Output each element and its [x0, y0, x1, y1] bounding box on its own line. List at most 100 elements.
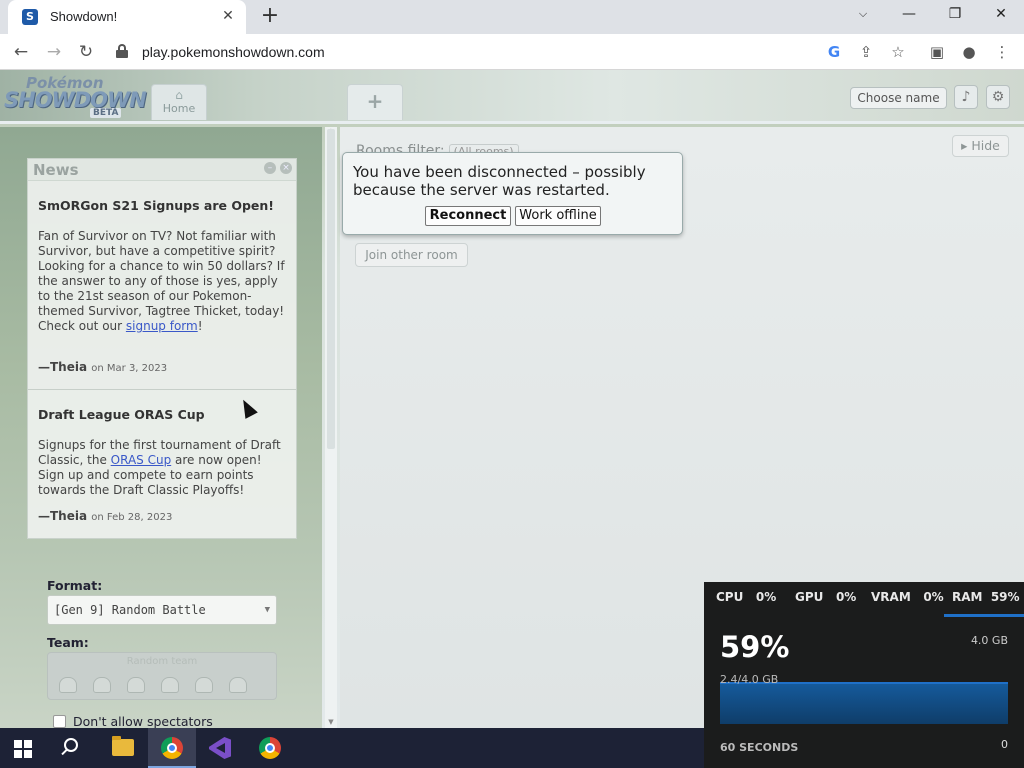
team-label: Team:	[47, 635, 89, 650]
pokeball-icon	[161, 677, 179, 693]
pokeball-icon	[229, 677, 247, 693]
taskbar-chrome-active[interactable]	[148, 728, 196, 768]
browser-tab[interactable]: S Showdown! ✕	[8, 0, 246, 34]
news-body-text: Fan of Survivor on TV? Not familiar with…	[38, 229, 285, 333]
news-header: News – ×	[28, 159, 296, 181]
news-title: News	[33, 161, 79, 179]
ram-stat[interactable]: RAM 59%	[952, 590, 1020, 604]
news-date: on Feb 28, 2023	[91, 512, 173, 523]
hide-label: Hide	[971, 138, 1000, 153]
news-author: —Theia on Mar 3, 2023	[38, 360, 167, 374]
news-item: Draft League ORAS Cup Signups for the fi…	[38, 407, 290, 498]
showdown-header: Pokémon SHOWDOWN BETA ⌂ Home + Choose na…	[0, 70, 1024, 124]
ram-used-label: 2.4/4.0 GB	[720, 673, 779, 686]
spectators-label: Don't allow spectators	[73, 714, 213, 728]
format-label: Format:	[47, 578, 103, 593]
pokeball-icon	[127, 677, 145, 693]
news-body: Fan of Survivor on TV? Not familiar with…	[38, 229, 290, 334]
team-select[interactable]: Random team	[47, 652, 277, 700]
pokeball-icon	[195, 677, 213, 693]
logo-beta-badge: BETA	[90, 108, 122, 118]
scrollbar-thumb[interactable]	[327, 129, 335, 449]
popup-message: You have been disconnected – possibly be…	[353, 163, 646, 199]
reconnect-button[interactable]: Reconnect	[425, 206, 511, 226]
close-icon[interactable]: ×	[280, 162, 292, 174]
search-icon-handle	[61, 748, 68, 756]
windows-taskbar	[0, 728, 704, 768]
news-author: —Theia on Feb 28, 2023	[38, 509, 172, 523]
disconnected-popup: You have been disconnected – possibly be…	[342, 152, 683, 235]
news-panel: News – × SmORGon S21 Signups are Open! F…	[27, 158, 297, 539]
minimize-icon[interactable]: —	[886, 0, 932, 30]
new-room-tab[interactable]: +	[347, 84, 403, 120]
browser-tab-strip: S Showdown! ✕ + ⌵ — ❐ ✕	[0, 0, 1024, 34]
profile-icon[interactable]: ●	[959, 42, 979, 62]
side-panel-icon[interactable]: ▣	[927, 42, 947, 62]
ram-usage-value: 59%	[720, 630, 790, 664]
left-scrollbar[interactable]: ▲ ▼	[325, 127, 337, 728]
oras-cup-link[interactable]: ORAS Cup	[111, 453, 172, 467]
chrome-icon	[161, 737, 183, 759]
caret-right-icon: ▸	[961, 138, 972, 153]
lock-icon[interactable]	[116, 44, 128, 58]
close-window-icon[interactable]: ✕	[978, 0, 1024, 30]
home-icon: ⌂	[175, 88, 183, 102]
news-author-name: —Theia	[38, 509, 88, 523]
forward-arrow-icon[interactable]: →	[42, 40, 66, 64]
minimize-icon[interactable]: –	[264, 162, 276, 174]
gpu-stat[interactable]: GPU 0%	[795, 590, 856, 604]
format-value: [Gen 9] Random Battle	[54, 603, 206, 617]
graph-zero-label: 0	[1001, 738, 1008, 751]
choose-name-button[interactable]: Choose name	[850, 87, 947, 109]
file-explorer-icon[interactable]	[112, 736, 134, 756]
vram-stat[interactable]: VRAM 0%	[871, 590, 944, 604]
news-body-text-end: !	[197, 319, 203, 333]
work-offline-button[interactable]: Work offline	[515, 206, 601, 226]
star-icon[interactable]: ☆	[888, 42, 908, 62]
gear-icon[interactable]: ⚙	[986, 85, 1010, 109]
cpu-stat[interactable]: CPU 0%	[716, 590, 776, 604]
tab-home-label: Home	[162, 102, 196, 115]
tab-title: Showdown!	[50, 9, 118, 24]
kebab-menu-icon[interactable]: ⋮	[992, 42, 1012, 62]
spectators-checkbox-row[interactable]: Don't allow spectators	[53, 714, 213, 728]
google-icon[interactable]: G	[824, 42, 844, 62]
ram-selected-indicator	[944, 614, 1024, 617]
close-icon[interactable]: ✕	[218, 6, 238, 26]
join-other-room-button[interactable]: Join other room	[355, 243, 468, 267]
perf-stats-row: CPU 0% GPU 0% VRAM 0% RAM 59%	[704, 590, 1024, 610]
news-headline: SmORGon S21 Signups are Open!	[38, 198, 274, 213]
news-body: Signups for the first tournament of Draf…	[38, 438, 290, 498]
pokeball-icon	[93, 677, 111, 693]
spectators-checkbox[interactable]	[53, 715, 66, 728]
ram-max-label: 4.0 GB	[970, 634, 1008, 647]
chevron-down-icon: ▼	[264, 605, 270, 615]
share-icon[interactable]: ⇪	[856, 42, 876, 62]
pokeball-icon	[59, 677, 77, 693]
graph-time-label: 60 SECONDS	[720, 741, 799, 754]
logo-showdown-text: SHOWDOWN	[4, 88, 147, 112]
windows-start-icon[interactable]	[14, 740, 32, 758]
showdown-logo[interactable]: Pokémon SHOWDOWN BETA	[4, 74, 147, 118]
tab-home[interactable]: ⌂ Home	[151, 84, 207, 120]
news-date: on Mar 3, 2023	[91, 363, 168, 374]
news-author-name: —Theia	[38, 360, 88, 374]
address-bar[interactable]: play.pokemonshowdown.com	[108, 38, 916, 66]
new-tab-plus-icon[interactable]: +	[258, 5, 282, 29]
reload-icon[interactable]: ↻	[74, 40, 98, 64]
format-select[interactable]: [Gen 9] Random Battle ▼	[47, 595, 277, 625]
browser-toolbar: ← → ↻ play.pokemonshowdown.com G ⇪ ☆ ▣ ●…	[0, 34, 1024, 70]
team-text: Random team	[126, 656, 198, 667]
ram-usage-graph	[720, 682, 1008, 724]
back-arrow-icon[interactable]: ←	[9, 40, 33, 64]
chrome-canary-icon[interactable]	[259, 737, 281, 759]
scroll-down-icon[interactable]: ▼	[326, 718, 336, 726]
restore-icon[interactable]: ❐	[932, 0, 978, 30]
url-text[interactable]: play.pokemonshowdown.com	[142, 44, 325, 60]
chevron-down-icon[interactable]: ⌵	[840, 0, 886, 30]
performance-overlay: CPU 0% GPU 0% VRAM 0% RAM 59% 59% 4.0 GB…	[704, 582, 1024, 768]
hide-button[interactable]: ▸ Hide	[952, 135, 1009, 157]
news-item: SmORGon S21 Signups are Open! Fan of Sur…	[38, 198, 290, 334]
volume-icon[interactable]: ♪	[954, 85, 978, 109]
signup-form-link[interactable]: signup form	[126, 319, 198, 333]
